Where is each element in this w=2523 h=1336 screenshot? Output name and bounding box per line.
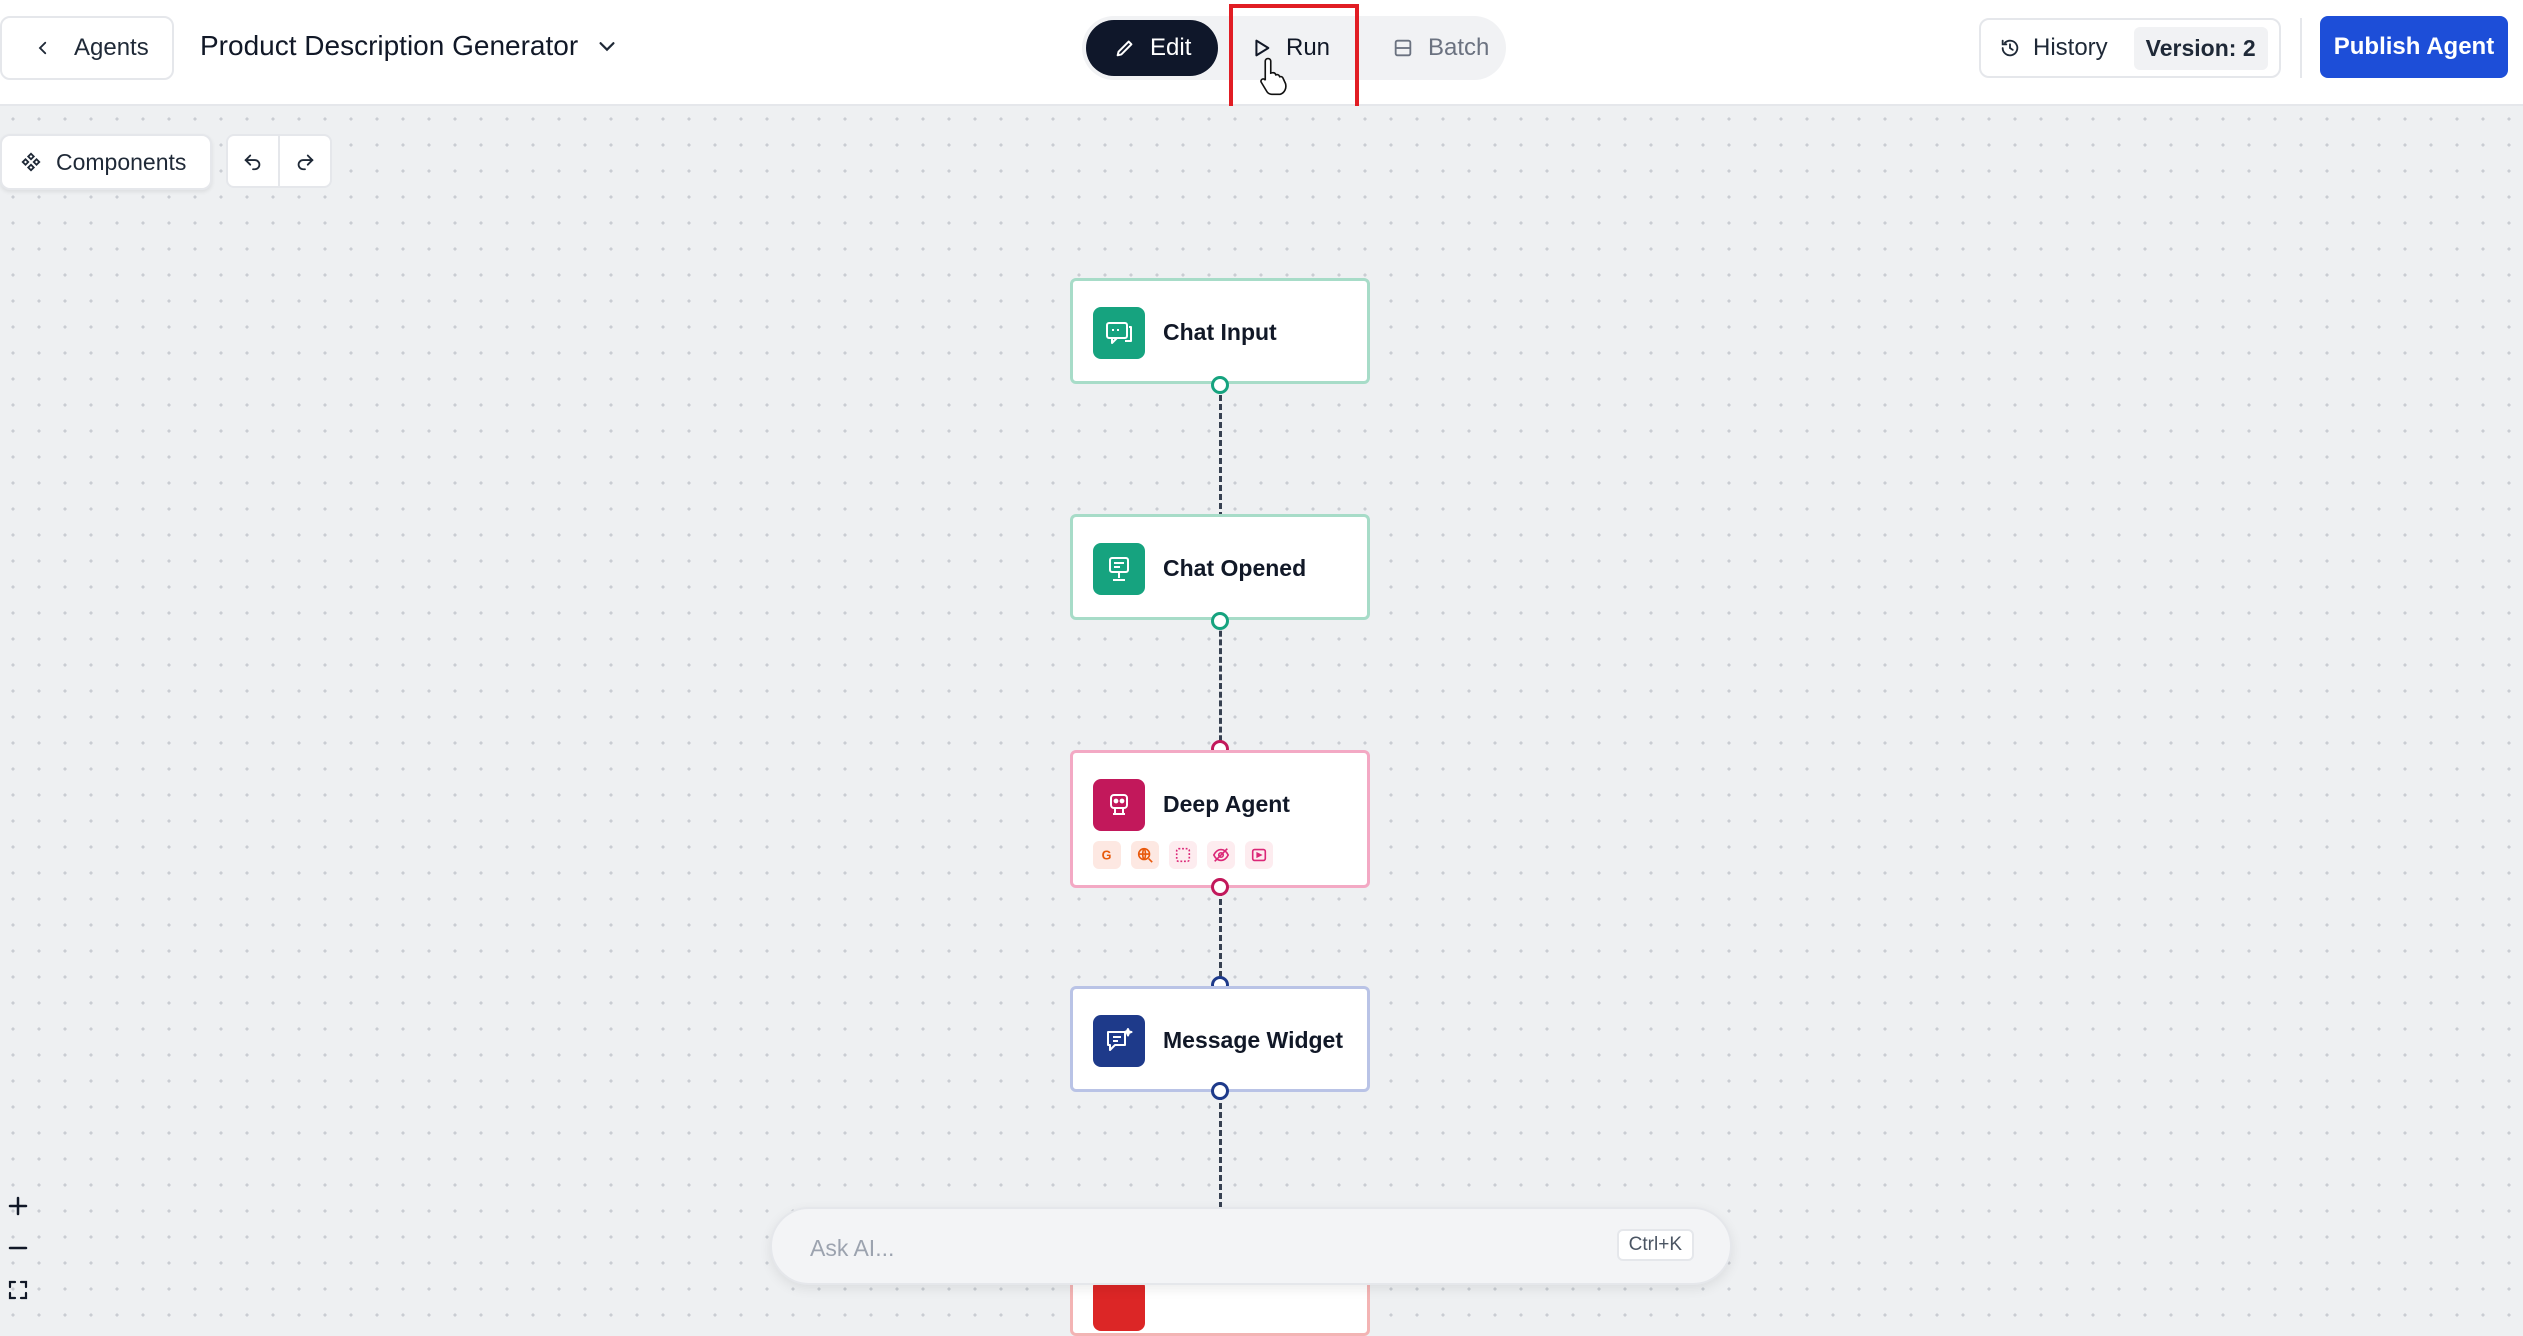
top-bar: Agents Product Description Generator Edi… — [0, 0, 2523, 118]
eye-off-icon[interactable] — [1207, 841, 1235, 869]
hand-pointer-icon — [1260, 57, 1287, 96]
message-widget-icon — [1093, 1015, 1145, 1067]
deep-agent-output-port[interactable] — [1211, 878, 1229, 896]
edge-deep-agent-to-message-widget — [1219, 890, 1222, 986]
back-label: Agents — [74, 34, 149, 61]
back-to-agents-button[interactable]: Agents — [0, 16, 174, 80]
components-button[interactable]: Components — [0, 134, 212, 190]
deep-agent-icon — [1093, 779, 1145, 831]
publish-agent-button[interactable]: Publish Agent — [2320, 16, 2508, 78]
history-button[interactable]: History Version: 2 — [1979, 18, 2281, 78]
chat-input-output-port[interactable] — [1211, 376, 1229, 394]
chat-input-icon — [1093, 307, 1145, 359]
agent-title: Product Description Generator — [200, 30, 579, 61]
chat-input-node[interactable]: Chat Input — [1070, 278, 1370, 384]
svg-text:G: G — [1102, 849, 1112, 863]
edit-mode-button[interactable]: Edit — [1086, 20, 1218, 76]
history-icon — [2001, 39, 2019, 57]
video-icon[interactable] — [1245, 841, 1273, 869]
globe-search-icon[interactable] — [1131, 841, 1159, 869]
batch-label: Batch — [1428, 34, 1490, 61]
batch-mode-button[interactable]: Batch — [1372, 20, 1502, 76]
fullscreen-icon — [8, 1280, 28, 1300]
chat-opened-output-port[interactable] — [1211, 612, 1229, 630]
zoom-in-button[interactable] — [2, 1190, 34, 1222]
google-icon[interactable]: G — [1093, 841, 1121, 869]
chat-input-label: Chat Input — [1163, 319, 1277, 345]
header-divider — [2300, 18, 2302, 78]
message-widget-output-port[interactable] — [1211, 1082, 1229, 1100]
chat-opened-node[interactable]: Chat Opened — [1070, 514, 1370, 620]
edit-label: Edit — [1150, 34, 1192, 61]
undo-icon — [244, 154, 261, 171]
chat-opened-label: Chat Opened — [1163, 555, 1307, 581]
fit-view-button[interactable] — [2, 1274, 34, 1306]
agent-title-dropdown[interactable]: Product Description Generator — [200, 30, 618, 62]
zoom-out-button[interactable] — [2, 1232, 34, 1264]
deep-agent-node[interactable]: Deep Agent G — [1070, 750, 1370, 888]
pencil-icon — [1116, 40, 1133, 57]
redo-icon — [297, 154, 314, 171]
minus-icon — [8, 1246, 28, 1250]
history-label: History — [2033, 34, 2108, 61]
components-label: Components — [56, 148, 187, 175]
chevron-down-icon — [599, 42, 615, 52]
edge-chat-input-to-chat-opened — [1219, 386, 1222, 518]
message-widget-label: Message Widget — [1163, 1027, 1344, 1053]
version-badge: Version: 2 — [2133, 26, 2268, 70]
components-icon — [21, 152, 41, 172]
message-widget-node[interactable]: Message Widget — [1070, 986, 1370, 1092]
chevron-left-icon — [38, 41, 47, 55]
batch-icon — [1394, 39, 1412, 57]
deep-agent-label: Deep Agent — [1163, 791, 1290, 817]
ask-ai-bar: Ctrl+K — [770, 1207, 1732, 1285]
edge-message-widget-to-next — [1219, 1094, 1222, 1208]
next-node-icon — [1093, 1279, 1145, 1331]
deep-agent-tools: G — [1093, 841, 1273, 869]
plus-icon — [8, 1196, 28, 1216]
undo-redo-group — [226, 134, 332, 188]
ask-ai-input[interactable] — [808, 1229, 1572, 1267]
chat-opened-icon — [1093, 543, 1145, 595]
select-box-icon[interactable] — [1169, 841, 1197, 869]
redo-button[interactable] — [278, 136, 330, 186]
undo-button[interactable] — [228, 136, 278, 186]
run-highlight-box — [1229, 4, 1359, 118]
shortcut-badge: Ctrl+K — [1616, 1229, 1694, 1261]
edge-chat-opened-to-deep-agent — [1219, 622, 1222, 750]
